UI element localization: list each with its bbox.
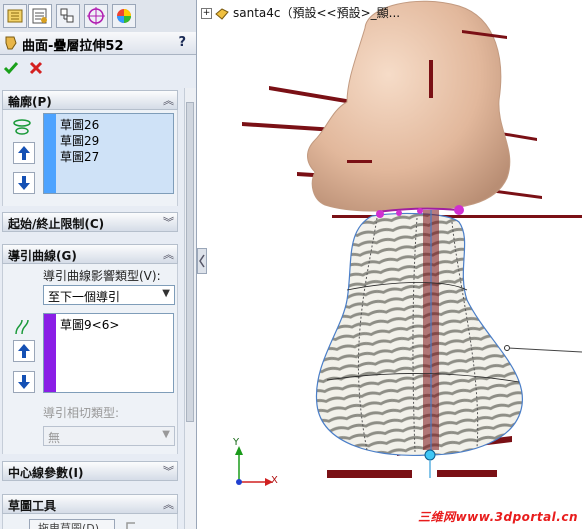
arrow-up-icon bbox=[18, 344, 30, 358]
section-profiles-label: 輪廓(P) bbox=[8, 95, 52, 109]
profile-selection-icon bbox=[13, 119, 31, 135]
part-name: santa4c（預設<<預設>_顯... bbox=[233, 6, 401, 20]
guide-influence-value: 至下一個導引 bbox=[48, 290, 121, 304]
panel-splitter-handle[interactable] bbox=[197, 248, 207, 274]
guides-listbox[interactable]: 草圖9<6> bbox=[43, 313, 174, 393]
tab-display-manager[interactable] bbox=[112, 4, 136, 28]
list-item[interactable]: 草圖29 bbox=[60, 133, 99, 149]
ok-cancel-row bbox=[0, 56, 196, 80]
section-centerline-label: 中心線參數(I) bbox=[8, 466, 84, 480]
collapse-chevron-icon[interactable]: ︽ bbox=[163, 496, 174, 512]
configuration-icon bbox=[60, 8, 74, 23]
expand-plus-icon[interactable]: + bbox=[201, 8, 212, 19]
guide-tangency-value: 無 bbox=[48, 431, 61, 445]
chevron-down-icon: ▼ bbox=[162, 288, 170, 299]
triad-y-label: Y bbox=[233, 437, 240, 448]
guide-tangency-select[interactable]: 無 ▼ bbox=[43, 426, 175, 446]
property-manager-panel: 曲面-疊層拉伸52 ? 輪廓(P) ︽ 草圖26 草圖29 草圖27 起始/終止… bbox=[0, 0, 197, 529]
chevron-down-icon: ▼ bbox=[162, 429, 170, 440]
expand-chevron-icon[interactable]: ︾ bbox=[163, 463, 174, 479]
tab-configuration-manager[interactable] bbox=[56, 4, 80, 28]
section-profiles-header[interactable]: 輪廓(P) ︽ bbox=[2, 90, 178, 110]
section-start-end-label: 起始/終止限制(C) bbox=[8, 217, 105, 231]
drag-sketch-label: 拖曳草圖(D) bbox=[38, 522, 100, 529]
list-item[interactable]: 草圖26 bbox=[60, 117, 99, 133]
undo-icon[interactable] bbox=[123, 519, 139, 529]
section-guides-header[interactable]: 導引曲線(G) ︽ bbox=[2, 244, 178, 264]
collapse-chevron-icon[interactable]: ︽ bbox=[163, 92, 174, 108]
section-profiles-body: 草圖26 草圖29 草圖27 bbox=[2, 110, 178, 206]
tab-property-manager[interactable] bbox=[28, 4, 52, 28]
feature-tree-icon bbox=[7, 9, 23, 23]
collapse-chevron-icon[interactable]: ︽ bbox=[163, 246, 174, 262]
section-sketch-tools-label: 草圖工具 bbox=[8, 499, 57, 513]
tab-feature-manager[interactable] bbox=[3, 4, 27, 28]
section-guides-label: 導引曲線(G) bbox=[8, 249, 77, 263]
arrow-down-icon bbox=[18, 375, 30, 389]
section-centerline-header[interactable]: 中心線參數(I) ︾ bbox=[2, 461, 178, 481]
manager-tabs bbox=[0, 0, 196, 33]
guides-color-strip bbox=[44, 314, 56, 392]
axis-triad bbox=[235, 446, 273, 486]
reference-point bbox=[504, 345, 510, 351]
arrow-down-icon bbox=[18, 176, 30, 190]
panel-scrollbar-thumb[interactable] bbox=[186, 102, 194, 422]
section-guides-body: 導引曲線影響類型(V): 至下一個導引 ▼ 草圖9<6> 導引相切類型: 無 ▼ bbox=[2, 264, 178, 454]
drag-sketch-button[interactable]: 拖曳草圖(D) bbox=[29, 519, 115, 529]
graphics-viewport[interactable]: Y X + santa4c（預設<<預設>_顯... 三维网www.3dporta… bbox=[197, 0, 582, 529]
move-down-button[interactable] bbox=[13, 371, 35, 393]
panel-title: 曲面-疊層拉伸52 bbox=[22, 39, 124, 54]
crosshair-target-icon bbox=[87, 7, 105, 25]
guide-influence-select[interactable]: 至下一個導引 ▼ bbox=[43, 285, 175, 305]
reference-line bbox=[506, 347, 582, 353]
body-loft-surface bbox=[315, 212, 523, 457]
model-3d-view bbox=[235, 0, 582, 486]
collapse-arrow-icon bbox=[199, 254, 205, 268]
section-sketch-tools-body: 拖曳草圖(D) bbox=[2, 514, 178, 529]
part-icon bbox=[215, 7, 229, 20]
triad-x-label: X bbox=[271, 475, 278, 486]
expand-chevron-icon[interactable]: ︾ bbox=[163, 214, 174, 230]
list-item[interactable]: 草圖9<6> bbox=[60, 317, 119, 333]
feature-tree-root[interactable]: + santa4c（預設<<預設>_顯... bbox=[201, 4, 400, 21]
check-icon[interactable] bbox=[3, 60, 19, 76]
profiles-listbox[interactable]: 草圖26 草圖29 草圖27 bbox=[43, 113, 174, 194]
move-up-button[interactable] bbox=[13, 340, 35, 362]
move-down-button[interactable] bbox=[13, 172, 35, 194]
profiles-color-strip bbox=[44, 114, 56, 193]
panel-titlebar: 曲面-疊層拉伸52 ? bbox=[0, 32, 196, 55]
help-button[interactable]: ? bbox=[178, 35, 186, 50]
section-start-end-header[interactable]: 起始/終止限制(C) ︾ bbox=[2, 212, 178, 232]
tab-dimxpert-manager[interactable] bbox=[84, 4, 108, 28]
section-sketch-tools-header[interactable]: 草圖工具 ︽ bbox=[2, 494, 178, 514]
guide-curve-icon bbox=[15, 319, 29, 335]
list-item[interactable]: 草圖27 bbox=[60, 149, 99, 165]
watermark: 三维网www.3dportal.cn bbox=[418, 510, 578, 524]
appearance-sphere-icon bbox=[117, 9, 131, 23]
arrow-up-icon bbox=[18, 146, 30, 160]
loft-surface-icon bbox=[5, 36, 17, 50]
guide-tangency-label: 導引相切類型: bbox=[43, 406, 120, 420]
property-manager-icon bbox=[32, 8, 47, 24]
origin-point bbox=[424, 449, 436, 461]
guide-influence-label: 導引曲線影響類型(V): bbox=[43, 269, 161, 283]
close-icon[interactable] bbox=[28, 60, 44, 76]
move-up-button[interactable] bbox=[13, 142, 35, 164]
